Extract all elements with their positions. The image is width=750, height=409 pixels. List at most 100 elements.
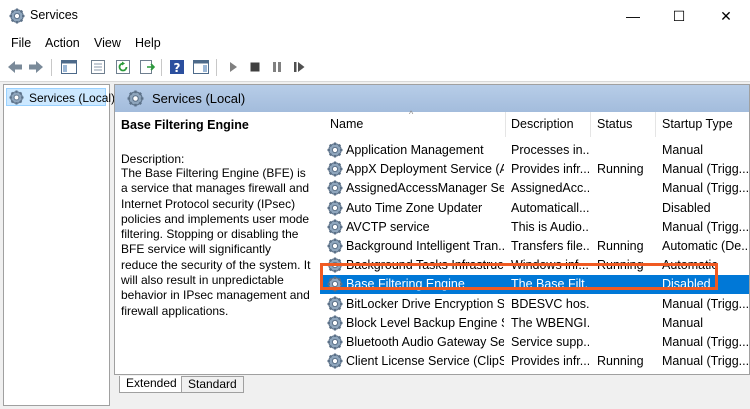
service-gear-icon [326, 314, 344, 332]
service-description: AssignedAcc... [511, 181, 589, 196]
forward-arrow-icon[interactable] [27, 58, 45, 76]
service-startup-type: Manual (Trigg... [662, 162, 750, 177]
tree-item-label: Services (Local) [29, 91, 116, 105]
column-startup-type[interactable]: Startup Type [662, 117, 733, 131]
service-gear-icon [326, 218, 344, 236]
menu-file[interactable]: File [11, 36, 31, 50]
service-name: Bluetooth Audio Gateway Se... [346, 335, 504, 349]
service-row[interactable]: AppX Deployment Service (A... Provides in… [320, 160, 750, 179]
panel-title: Services (Local) [152, 91, 246, 106]
service-description: Provides infr... [511, 354, 589, 369]
service-description: Provides infr... [511, 162, 589, 177]
column-status[interactable]: Status [597, 117, 632, 131]
service-gear-icon [326, 352, 344, 370]
toolbar: ? [0, 53, 750, 82]
menu-action[interactable]: Action [45, 36, 80, 50]
service-name: AppX Deployment Service (A... [346, 162, 504, 177]
column-divider[interactable] [590, 112, 591, 137]
refresh-icon[interactable] [114, 58, 132, 76]
sort-ascending-icon: ^ [409, 109, 414, 119]
menu-help[interactable]: Help [135, 36, 161, 50]
service-name: AssignedAccessManager Ser... [346, 181, 504, 196]
show-hide-tree-icon[interactable] [60, 58, 78, 76]
service-row[interactable]: BitLocker Drive Encryption S... BDESVC ho… [320, 294, 750, 314]
service-startup-type: Manual (Trigg... [662, 354, 750, 369]
tab-extended[interactable]: Extended [119, 376, 184, 393]
toolbar-separator [161, 59, 162, 76]
services-gear-icon [126, 89, 145, 108]
toolbar-separator [51, 59, 52, 76]
svg-text:?: ? [174, 61, 181, 75]
service-startup-type: Manual (Trigg... [662, 181, 750, 196]
action-pane-icon[interactable] [192, 58, 210, 76]
menu-view[interactable]: View [94, 36, 121, 50]
service-gear-icon [326, 198, 344, 217]
service-description: The WBENGI... [511, 315, 589, 330]
service-status: Running [597, 239, 644, 253]
service-row[interactable]: Client License Service (ClipSV... Provide… [320, 352, 750, 371]
service-description: BDESVC hos... [511, 296, 589, 311]
column-description[interactable]: Description [511, 117, 574, 131]
service-name: Auto Time Zone Updater [346, 200, 483, 215]
service-name: Background Intelligent Tran... [346, 239, 504, 253]
service-name: AVCTP service [346, 219, 430, 234]
description-label: Description: [121, 152, 185, 166]
service-startup-type: Automatic (De... [662, 239, 750, 253]
column-name[interactable]: Name [330, 117, 363, 131]
service-status: Running [597, 162, 644, 177]
close-button[interactable]: ✕ [703, 0, 749, 32]
service-description: Automaticall... [511, 200, 589, 215]
highlight-annotation [320, 263, 718, 290]
tab-standard[interactable]: Standard [181, 376, 244, 393]
service-row[interactable]: AVCTP service This is Audio... Manual (Tri… [320, 218, 749, 237]
services-list: ^ Name Description Status Startup Type A… [320, 100, 750, 374]
services-app-icon [8, 7, 26, 25]
restart-service-icon[interactable] [290, 58, 308, 76]
minimize-button[interactable]: — [610, 0, 656, 32]
service-row[interactable]: Background Intelligent Tran... Transfers … [320, 237, 750, 256]
back-arrow-icon[interactable] [6, 58, 24, 76]
toolbar-separator [216, 59, 217, 76]
service-startup-type: Manual (Trigg... [662, 296, 750, 311]
service-startup-type: Manual (Trigg... [662, 335, 750, 349]
services-gear-icon [8, 89, 25, 106]
service-row[interactable]: Bluetooth Audio Gateway Se... Service sup… [320, 333, 750, 352]
description-pane: Base Filtering Engine Description: The B… [121, 117, 311, 367]
service-startup-type: Manual [662, 315, 703, 330]
service-status: Running [597, 354, 644, 369]
service-gear-icon [326, 333, 344, 351]
service-name: BitLocker Drive Encryption S... [346, 296, 504, 311]
service-gear-icon [326, 237, 344, 255]
start-service-icon[interactable] [224, 58, 242, 76]
stop-service-icon[interactable] [246, 58, 264, 76]
column-divider[interactable] [505, 112, 506, 137]
maximize-button[interactable]: ☐ [656, 0, 702, 32]
service-startup-type: Disabled [662, 200, 711, 215]
service-description: This is Audio... [511, 219, 589, 234]
pause-service-icon[interactable] [268, 58, 286, 76]
service-name: Client License Service (ClipSV... [346, 354, 504, 369]
column-divider[interactable] [655, 112, 656, 137]
selected-service-name: Base Filtering Engine [121, 118, 249, 132]
service-startup-type: Manual [662, 143, 703, 157]
service-row[interactable]: AssignedAccessManager Ser... AssignedAcc.… [320, 179, 750, 198]
service-description: Transfers file... [511, 239, 589, 253]
service-gear-icon [326, 294, 344, 313]
console-tree: Services (Local) [3, 84, 115, 406]
properties-icon[interactable] [89, 58, 107, 76]
service-gear-icon [326, 160, 344, 178]
service-gear-icon [326, 179, 344, 197]
service-description: Service supp... [511, 335, 589, 349]
service-name: Block Level Backup Engine S... [346, 315, 504, 330]
service-row[interactable]: Auto Time Zone Updater Automaticall... Dis… [320, 198, 749, 218]
help-icon[interactable]: ? [168, 58, 186, 76]
service-row[interactable]: Application Management Processes in... Man… [320, 141, 749, 160]
tree-item-services-local[interactable]: Services (Local) [6, 88, 115, 106]
export-list-icon[interactable] [138, 58, 156, 76]
service-description: Processes in... [511, 143, 589, 157]
title-bar: Services — ☐ ✕ [0, 0, 750, 32]
service-row[interactable]: Block Level Backup Engine S... The WBENGI… [320, 314, 749, 333]
view-tabs: Extended Standard [114, 375, 750, 395]
services-panel: Services (Local) Base Filtering Engine D… [114, 84, 750, 375]
window-title: Services [30, 8, 78, 22]
